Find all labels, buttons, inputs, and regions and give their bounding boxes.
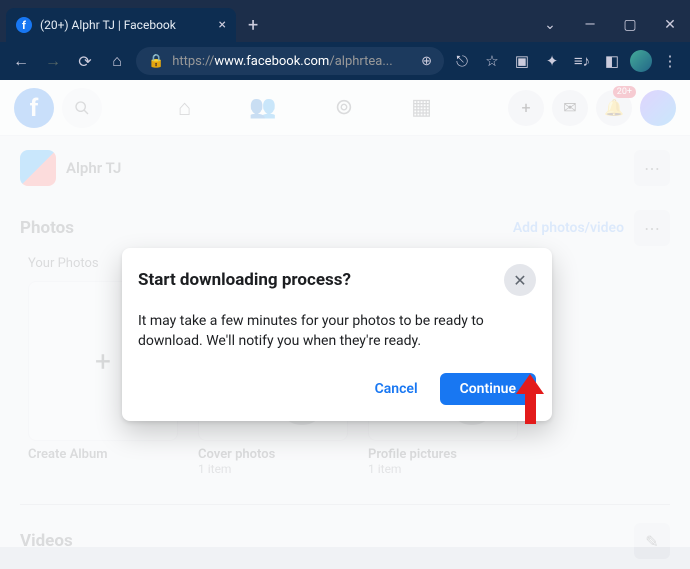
cancel-button[interactable]: Cancel xyxy=(361,373,432,405)
modal-close-button[interactable]: ✕ xyxy=(504,264,536,296)
new-tab-button[interactable]: + xyxy=(248,15,258,36)
share-icon[interactable]: ⎋ xyxy=(450,52,474,70)
modal-title: Start downloading process? xyxy=(138,270,351,290)
browser-tab[interactable]: f (20+) Alphr TJ | Facebook × xyxy=(6,8,236,42)
lock-icon: 🔒 xyxy=(148,54,164,69)
download-modal: Start downloading process? ✕ It may take… xyxy=(122,248,552,421)
modal-body: It may take a few minutes for your photo… xyxy=(138,312,536,351)
modal-footer: Cancel Continue xyxy=(138,373,536,405)
reload-button[interactable]: ⟳ xyxy=(72,52,98,71)
browser-toolbar: ← → ⟳ ⌂ 🔒 https://www.facebook.com/alphr… xyxy=(0,42,690,80)
chevron-down-icon[interactable]: ⌄ xyxy=(530,17,570,33)
tabs-icon[interactable]: ◧ xyxy=(600,52,624,70)
forward-button[interactable]: → xyxy=(40,51,66,71)
star-icon[interactable]: ☆ xyxy=(480,52,504,70)
profile-extension-icon[interactable] xyxy=(630,50,652,72)
tab-title: (20+) Alphr TJ | Facebook xyxy=(40,18,213,32)
playlist-icon[interactable]: ≡♪ xyxy=(570,52,594,70)
home-button[interactable]: ⌂ xyxy=(104,51,130,71)
menu-icon[interactable]: ⋮ xyxy=(658,52,682,70)
browser-titlebar: f (20+) Alphr TJ | Facebook × + ⌄ — ▢ ✕ xyxy=(0,0,690,42)
minimize-icon[interactable]: — xyxy=(570,17,610,33)
reader-icon[interactable]: ▣ xyxy=(510,52,534,70)
tab-close-icon[interactable]: × xyxy=(219,17,226,33)
annotation-arrow xyxy=(516,374,544,424)
url-text: https://www.facebook.com/alphrtea... xyxy=(172,54,413,69)
maximize-icon[interactable]: ▢ xyxy=(610,17,650,33)
search-icon[interactable]: ⊕ xyxy=(421,54,432,69)
extensions-icon[interactable]: ✦ xyxy=(540,52,564,70)
window-controls: ⌄ — ▢ ✕ xyxy=(530,8,690,42)
url-bar[interactable]: 🔒 https://www.facebook.com/alphrtea... ⊕ xyxy=(136,47,444,75)
facebook-favicon: f xyxy=(16,17,32,33)
close-icon[interactable]: ✕ xyxy=(650,17,690,33)
modal-header: Start downloading process? ✕ xyxy=(138,264,536,296)
back-button[interactable]: ← xyxy=(8,51,34,71)
